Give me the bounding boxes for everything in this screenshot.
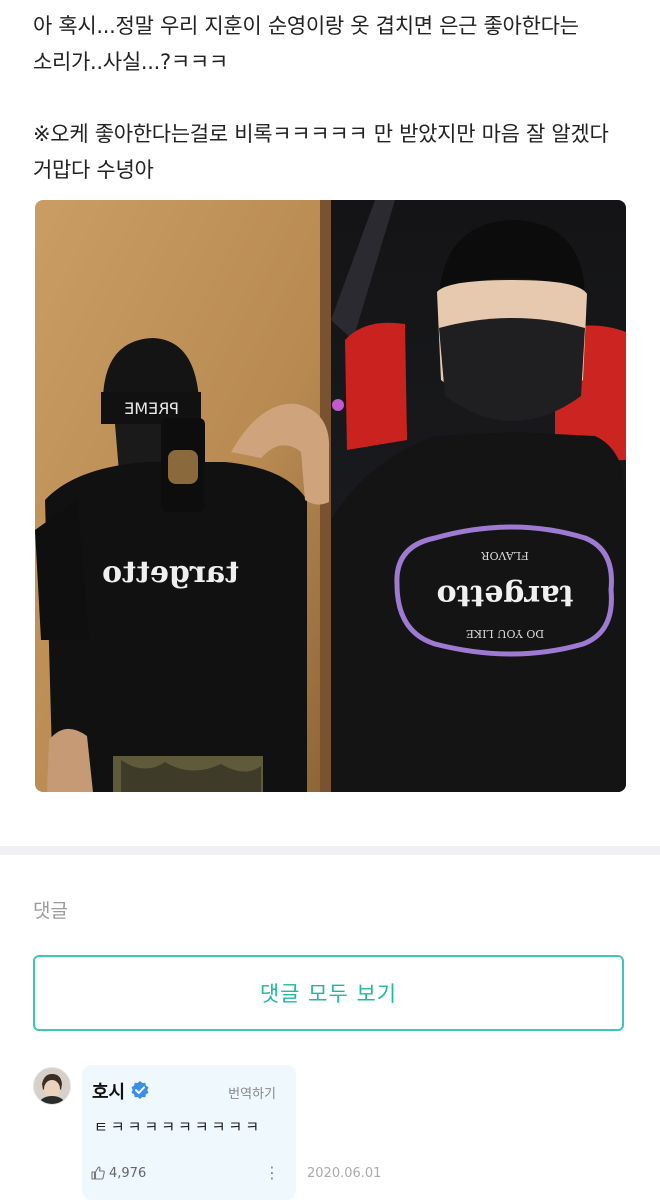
section-divider bbox=[0, 846, 660, 855]
avatar-image bbox=[34, 1068, 70, 1104]
comment-bubble: 호시 번역하기 ㅌㅋㅋㅋㅋㅋㅋㅋㅋㅋ 4,976 ⋮ bbox=[82, 1065, 296, 1200]
left-photo: PREME targetto bbox=[35, 200, 331, 792]
like-count: 4,976 bbox=[109, 1165, 147, 1181]
view-all-comments-button[interactable]: 댓글 모두 보기 bbox=[33, 955, 624, 1031]
thumbs-up-icon bbox=[91, 1166, 105, 1180]
post-paragraph-1: 아 혹시...정말 우리 지훈이 순영이랑 옷 겹치면 은근 좋아한다는 소리가… bbox=[33, 8, 633, 80]
like-button[interactable]: 4,976 bbox=[90, 1165, 146, 1181]
badge-bottom-text: FLAVOR bbox=[481, 549, 529, 562]
translate-link[interactable]: 번역하기 bbox=[228, 1083, 276, 1102]
post-line-3: ※오케 좋아한다는걸로 비록ㅋㅋㅋㅋㅋ 만 받았지만 마음 잘 알겠다 bbox=[33, 122, 609, 146]
post-line-1: 아 혹시...정말 우리 지훈이 순영이랑 옷 겹치면 은근 좋아한다는 bbox=[33, 14, 579, 38]
comment-text: ㅌㅋㅋㅋㅋㅋㅋㅋㅋㅋ bbox=[94, 1118, 263, 1136]
post-body: 아 혹시...정말 우리 지훈이 순영이랑 옷 겹치면 은근 좋아한다는 소리가… bbox=[33, 8, 633, 188]
post-line-2: 소리가..사실...?ㅋㅋㅋ bbox=[33, 50, 228, 74]
left-shirt-text: targetto bbox=[102, 555, 239, 590]
comment-author[interactable]: 호시 bbox=[92, 1078, 125, 1104]
more-options-icon[interactable]: ⋮ bbox=[264, 1163, 280, 1182]
beanie-text: PREME bbox=[124, 399, 179, 418]
photo-collage: PREME targetto DO YOU LIKE targetto FLAV… bbox=[35, 200, 626, 792]
post-photo[interactable]: PREME targetto DO YOU LIKE targetto FLAV… bbox=[35, 200, 626, 792]
right-photo: DO YOU LIKE targetto FLAVOR bbox=[331, 200, 626, 792]
verified-badge-icon bbox=[130, 1080, 150, 1100]
badge-top-text: DO YOU LIKE bbox=[466, 627, 544, 640]
post-line-4: 거맙다 수녕아 bbox=[33, 158, 154, 182]
comment-date: 2020.06.01 bbox=[307, 1166, 382, 1181]
post-paragraph-2: ※오케 좋아한다는걸로 비록ㅋㅋㅋㅋㅋ 만 받았지만 마음 잘 알겠다 거맙다 … bbox=[33, 116, 633, 188]
avatar[interactable] bbox=[33, 1067, 71, 1105]
right-shirt-text: targetto bbox=[437, 578, 574, 613]
comments-heading: 댓글 bbox=[33, 900, 68, 922]
